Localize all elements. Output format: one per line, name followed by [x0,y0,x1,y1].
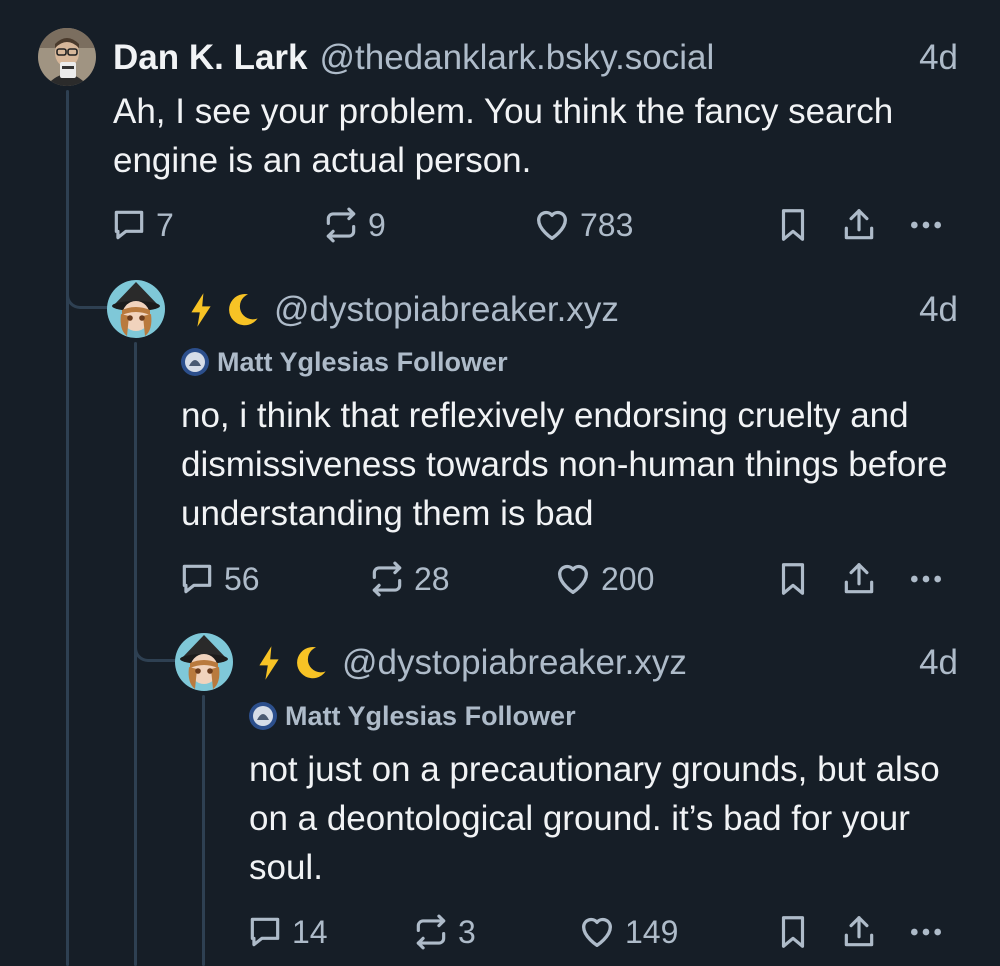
ellipsis-icon [911,928,941,936]
timestamp[interactable]: 4d [919,290,958,330]
thread-elbow-2 [134,615,177,662]
bookmark-icon [781,563,805,595]
thread-line-reply-2 [202,695,205,966]
thread-line-main [66,90,69,966]
repost-count: 28 [414,560,450,597]
repost-count: 3 [458,913,476,950]
repost-arrows-icon [326,207,356,243]
post-text-content: Ah, I see your problem. You think the fa… [113,92,894,180]
timestamp[interactable]: 4d [919,643,958,683]
more-options-button[interactable] [906,557,954,601]
reply-count: 7 [156,206,174,243]
display-name[interactable]: Dan K. Lark [113,38,308,78]
avatar[interactable] [175,633,233,691]
bookmark-button[interactable] [774,557,820,601]
like-button[interactable]: 783 [532,203,633,247]
lightning-bolt-emoji [191,293,211,327]
like-button[interactable]: 200 [553,557,654,601]
profile-label-text: Matt Yglesias Follower [217,346,508,377]
post-actions: 56 28 200 [178,557,968,601]
like-count: 149 [625,913,679,950]
bookmark-icon [781,209,805,241]
profile-label[interactable]: Matt Yglesias Follower [181,345,508,379]
like-button[interactable]: 149 [577,910,678,954]
post-text: Ah, I see your problem. You think the fa… [113,87,913,185]
share-button[interactable] [840,557,886,601]
name-emoji [256,645,328,681]
lightning-bolt-emoji [259,646,279,680]
ellipsis-icon [911,575,941,583]
reply-button[interactable]: 56 [178,557,260,601]
speech-bubble-icon [250,917,280,947]
post-text: no, i think that reflexively endorsing c… [181,391,971,538]
repost-button[interactable]: 28 [368,557,450,601]
post-actions: 14 3 149 [246,910,966,954]
handle[interactable]: @dystopiabreaker.xyz [342,643,687,683]
share-upload-icon [844,916,874,947]
crescent-moon-emoji [229,294,258,326]
repost-count: 9 [368,206,386,243]
heart-icon [537,210,567,240]
share-button[interactable] [840,203,886,247]
speech-bubble-icon [182,564,212,594]
reply-button[interactable]: 14 [246,910,328,954]
ellipsis-icon [911,221,941,229]
post-header: Dan K. Lark @thedanklark.bsky.social [113,38,714,78]
label-badge-icon [181,348,209,376]
reply-button[interactable]: 7 [110,203,174,247]
like-count: 200 [601,560,655,597]
crescent-moon-emoji [297,647,326,679]
post-actions: 7 9 783 [110,203,970,247]
heart-icon [558,564,588,594]
repost-button[interactable]: 9 [322,203,386,247]
share-upload-icon [844,563,874,594]
heart-icon [582,917,612,947]
like-count: 783 [580,206,634,243]
avatar[interactable] [107,280,165,338]
profile-label[interactable]: Matt Yglesias Follower [249,699,576,733]
share-upload-icon [844,209,874,240]
profile-label-text: Matt Yglesias Follower [285,700,576,731]
repost-arrows-icon [372,561,402,597]
handle[interactable]: @dystopiabreaker.xyz [274,290,619,330]
label-badge-icon [249,702,277,730]
post-header: @dystopiabreaker.xyz [256,643,687,683]
post-text: not just on a precautionary grounds, but… [249,745,969,892]
thread-view: Dan K. Lark @thedanklark.bsky.social 4d … [0,0,1000,966]
thread-elbow-1 [66,262,109,309]
handle[interactable]: @thedanklark.bsky.social [320,38,715,78]
reply-count: 14 [292,913,328,950]
more-options-button[interactable] [906,910,954,954]
avatar[interactable] [38,28,96,86]
speech-bubble-icon [114,210,144,240]
name-emoji [188,292,260,328]
bookmark-button[interactable] [774,910,820,954]
repost-arrows-icon [416,914,446,950]
repost-button[interactable]: 3 [412,910,476,954]
post-text-content: no, i think that reflexively endorsing c… [181,396,948,533]
bookmark-icon [781,916,805,948]
post-header: @dystopiabreaker.xyz [188,290,619,330]
bookmark-button[interactable] [774,203,820,247]
post-text-content: not just on a precautionary grounds, but… [249,750,940,887]
more-options-button[interactable] [906,203,954,247]
reply-count: 56 [224,560,260,597]
timestamp[interactable]: 4d [919,38,958,78]
share-button[interactable] [840,910,886,954]
